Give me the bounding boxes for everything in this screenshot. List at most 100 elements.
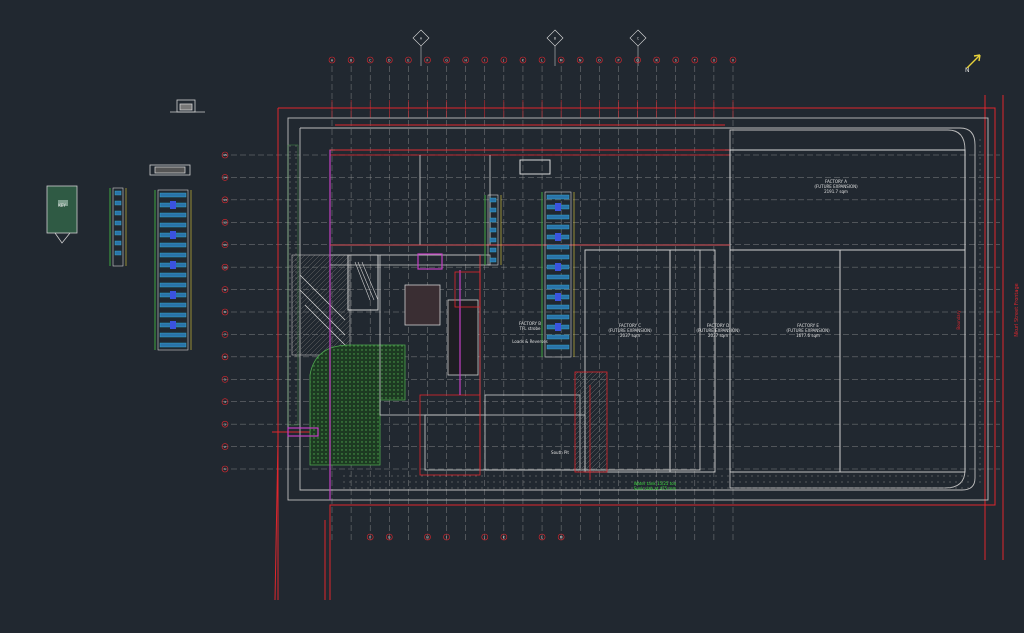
section-strip-segment bbox=[489, 247, 497, 253]
grid-letter-top: I bbox=[484, 58, 485, 62]
section-strip-segment bbox=[546, 214, 570, 220]
factory-d-area: 2037 sqm bbox=[708, 333, 728, 338]
section-marker-label: C bbox=[637, 37, 640, 41]
grid-letter-top: Q bbox=[636, 58, 639, 62]
section-strip-segment bbox=[546, 284, 570, 290]
grid-letter-top: F bbox=[427, 58, 429, 62]
grid-number-left: 6 bbox=[224, 355, 226, 359]
factory-a-area: 2191.7 sqm bbox=[824, 189, 848, 194]
grid-number-left: 7 bbox=[224, 333, 226, 337]
grid-letter-top: L bbox=[541, 58, 543, 62]
section-strip-segment bbox=[159, 282, 187, 288]
grid-letter-top: E bbox=[407, 58, 409, 62]
north-arrow: N bbox=[965, 54, 981, 74]
section-strip-segment bbox=[114, 240, 122, 246]
grid-number-left: 10 bbox=[223, 265, 227, 269]
grid-number-left: 9 bbox=[224, 288, 226, 292]
section-strip-segment bbox=[114, 190, 122, 196]
grid-number-left: 2 bbox=[224, 445, 226, 449]
grid-letter-top: D bbox=[388, 58, 391, 62]
grid-letter-top: B bbox=[350, 58, 352, 62]
site-plan-drawing[interactable]: KEY FACTORY A (FUTURE EXPANSION) 2191.7 … bbox=[0, 0, 1024, 629]
grid-letter-bottom: G bbox=[388, 535, 391, 539]
grid-number-left: 3 bbox=[224, 422, 226, 426]
grid-letter-bottom: K bbox=[503, 535, 506, 539]
street-frontage-label: Nkurl Street Frontage bbox=[1014, 283, 1020, 336]
grid-letter-top: R bbox=[656, 58, 659, 62]
green-note-2: Sunk slab at 475 mm bbox=[634, 486, 677, 491]
section-strip-core bbox=[555, 323, 561, 331]
section-strip-segment bbox=[546, 304, 570, 310]
loads-label: Loads & Reverses bbox=[512, 339, 548, 344]
section-strip-segment bbox=[159, 312, 187, 318]
section-strip-segment bbox=[546, 254, 570, 260]
grid-letter-top: N bbox=[579, 58, 582, 62]
grid-letter-top: C bbox=[369, 58, 372, 62]
section-strip-segment bbox=[546, 314, 570, 320]
section-strip-segment bbox=[114, 210, 122, 216]
parking-ramps bbox=[291, 254, 379, 356]
grid-number-left: 4 bbox=[224, 400, 226, 404]
section-strip-segment bbox=[159, 302, 187, 308]
factory-a-block bbox=[329, 149, 731, 246]
section-strip-segment bbox=[546, 334, 570, 340]
boundary-label: Boundary bbox=[956, 310, 961, 330]
section-strip-segment bbox=[114, 220, 122, 226]
grid-number-left: 15 bbox=[223, 153, 227, 157]
key-legend-box: KEY bbox=[46, 185, 78, 244]
north-label: N bbox=[965, 67, 970, 74]
grid-letter-bottom: H bbox=[426, 535, 429, 539]
grid-letter-bottom: F bbox=[369, 535, 371, 539]
section-strip-core bbox=[555, 233, 561, 241]
factory-b-sub: TFL strobe bbox=[519, 326, 541, 331]
section-strip-segment bbox=[159, 242, 187, 248]
section-strip-segment bbox=[114, 200, 122, 206]
section-strip-core bbox=[170, 261, 176, 269]
section-strip-core bbox=[170, 201, 176, 209]
section-strip-segment bbox=[489, 227, 497, 233]
section-strip-segment bbox=[489, 207, 497, 213]
cad-drawing-canvas[interactable]: KEY FACTORY A (FUTURE EXPANSION) 2191.7 … bbox=[0, 0, 1024, 629]
section-marker-label: A bbox=[420, 37, 423, 41]
section-strip-segment bbox=[546, 224, 570, 230]
grid-letter-top: J bbox=[502, 58, 504, 62]
grid-letter-top: U bbox=[713, 58, 716, 62]
section-strip-segment bbox=[159, 272, 187, 278]
section-strip-core bbox=[170, 321, 176, 329]
building-outline bbox=[287, 117, 989, 501]
section-strip-core bbox=[170, 291, 176, 299]
section-strip-segment bbox=[489, 217, 497, 223]
grid-letter-top: T bbox=[693, 58, 696, 62]
section-strip-core bbox=[555, 293, 561, 301]
grid-letter-top: G bbox=[445, 58, 448, 62]
small-section-detail bbox=[149, 99, 205, 176]
grid-number-left: 11 bbox=[223, 243, 227, 247]
grid-number-left: 13 bbox=[223, 198, 227, 202]
section-marker-label: B bbox=[554, 37, 556, 41]
section-strip-segment bbox=[114, 250, 122, 256]
section-strip-segment bbox=[489, 197, 497, 203]
section-markers: A B C bbox=[412, 29, 647, 66]
grid-number-left: 1 bbox=[224, 467, 226, 471]
factory-e-area: 1677.6 sqm bbox=[796, 333, 820, 338]
section-strip-segment bbox=[489, 237, 497, 243]
section-strip-segment bbox=[546, 344, 570, 350]
section-strip-segment bbox=[159, 342, 187, 348]
section-strip-segment bbox=[546, 194, 570, 200]
grid-letter-bottom: M bbox=[560, 535, 563, 539]
grid-number-left: 12 bbox=[223, 220, 227, 224]
grid-letter-top: P bbox=[617, 58, 619, 62]
section-strip-segment bbox=[159, 192, 187, 198]
section-strip-core bbox=[555, 203, 561, 211]
section-strip-core bbox=[555, 263, 561, 271]
section-strip-core bbox=[170, 231, 176, 239]
south-pit-label: South Pit bbox=[551, 450, 569, 455]
section-strip-segment bbox=[546, 244, 570, 250]
grid-letter-bottom: J bbox=[483, 535, 485, 539]
grid-letter-top: H bbox=[464, 58, 467, 62]
factory-c-area: 2037 sqm bbox=[620, 333, 640, 338]
section-strip-segment bbox=[159, 252, 187, 258]
section-strip-segment bbox=[114, 230, 122, 236]
grid-letter-top: V bbox=[732, 58, 735, 62]
grid-letter-top: A bbox=[331, 58, 334, 62]
